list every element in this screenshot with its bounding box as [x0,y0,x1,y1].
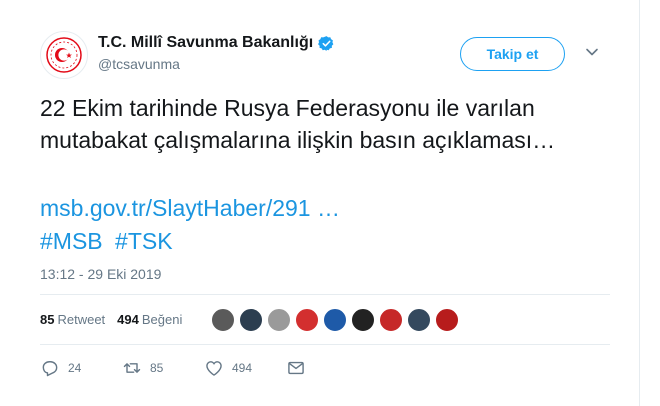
tweet-link[interactable]: msb.gov.tr/SlaytHaber/291 … [40,192,340,224]
reply-count: 24 [68,361,82,375]
hashtags: #MSB #TSK [40,225,179,257]
like-count: 494 [232,361,253,375]
retweets-count: 85 [40,312,55,327]
like-button[interactable]: 494 [204,358,286,378]
divider [40,344,610,345]
retweet-count: 85 [150,361,164,375]
crescent-star-emblem-icon [46,37,82,73]
tweet-text: 22 Ekim tarihinde Rusya Federasyonu ile … [40,95,556,153]
liker-avatars [210,307,460,333]
divider [40,294,610,295]
follow-button[interactable]: Takip et [460,37,565,71]
reply-icon [42,361,58,377]
liker-avatar[interactable] [238,307,264,333]
likes-stat[interactable]: 494 Beğeni [117,312,182,327]
author-handle[interactable]: @tcsavunma [98,56,335,72]
retweets-stat[interactable]: 85 Retweet [40,312,105,327]
liker-avatar[interactable] [434,307,460,333]
hashtag-tsk[interactable]: #TSK [115,228,173,254]
tweet-timestamp[interactable]: 13:12 - 29 Eki 2019 [40,266,161,282]
likes-label: Beğeni [141,312,183,327]
liker-avatar[interactable] [350,307,376,333]
likes-count: 494 [117,312,139,327]
liker-avatar[interactable] [378,307,404,333]
author-display-name[interactable]: T.C. Millî Savunma Bakanlığı [98,34,313,52]
verified-badge-icon [318,35,334,51]
author-block: T.C. Millî Savunma Bakanlığı @tcsavunma [98,34,335,72]
tweet-stats: 85 Retweet 494 Beğeni [40,312,194,327]
retweets-label: Retweet [57,312,106,327]
heart-icon [206,361,222,376]
liker-avatar[interactable] [406,307,432,333]
liker-avatar[interactable] [210,307,236,333]
reply-button[interactable]: 24 [40,358,122,378]
hashtag-msb[interactable]: #MSB [40,228,103,254]
direct-message-button[interactable] [286,358,306,378]
tweet-actions: 24 85 494 [40,358,306,378]
retweet-button[interactable]: 85 [122,358,204,378]
avatar[interactable] [40,31,88,79]
liker-avatar[interactable] [294,307,320,333]
liker-avatar[interactable] [266,307,292,333]
liker-avatar[interactable] [322,307,348,333]
chevron-down-icon[interactable] [585,45,599,59]
retweet-icon [123,363,141,373]
tweet-card: T.C. Millî Savunma Bakanlığı @tcsavunma … [0,0,640,406]
envelope-icon [288,361,304,375]
